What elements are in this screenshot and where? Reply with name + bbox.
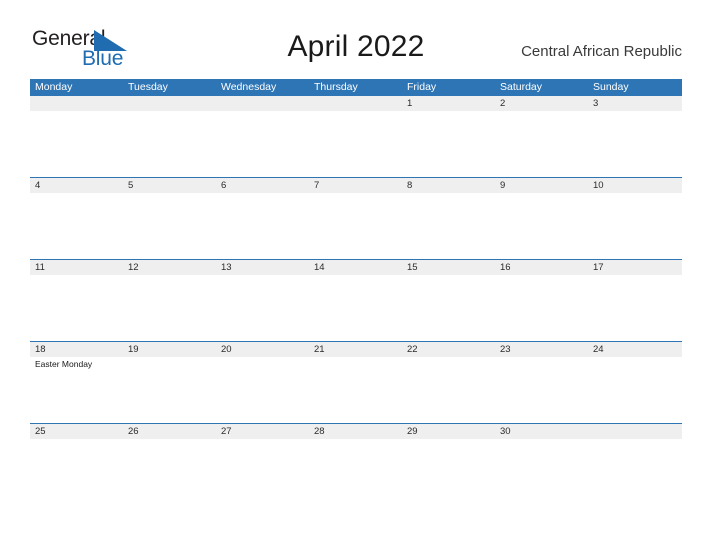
date-cell-3[interactable]: 3 bbox=[588, 96, 681, 111]
date-cell-14[interactable]: 14 bbox=[309, 260, 402, 275]
date-cell-empty bbox=[123, 96, 216, 111]
event-cell-empty bbox=[309, 193, 402, 259]
week-date-band: 25 26 27 28 29 30 bbox=[30, 424, 682, 439]
date-cell-26[interactable]: 26 bbox=[123, 424, 216, 439]
event-cell-empty bbox=[123, 111, 216, 177]
event-cell-empty bbox=[216, 275, 309, 341]
day-of-week-sunday: Sunday bbox=[593, 81, 629, 93]
event-cell-empty bbox=[216, 357, 309, 423]
week-date-band: 18 19 20 21 22 23 24 bbox=[30, 342, 682, 357]
event-cell-empty bbox=[216, 439, 309, 505]
event-cell-empty bbox=[309, 111, 402, 177]
calendar-week-row: 11 12 13 14 15 16 17 bbox=[30, 259, 682, 341]
date-cell-10[interactable]: 10 bbox=[588, 178, 681, 193]
event-cell-empty bbox=[402, 111, 495, 177]
date-cell-28[interactable]: 28 bbox=[309, 424, 402, 439]
event-cell-empty bbox=[216, 111, 309, 177]
calendar-week-row: 4 5 6 7 8 9 10 bbox=[30, 177, 682, 259]
date-cell-empty bbox=[309, 96, 402, 111]
date-cell-29[interactable]: 29 bbox=[402, 424, 495, 439]
event-cell-empty bbox=[402, 357, 495, 423]
event-cell-empty bbox=[216, 193, 309, 259]
day-of-week-header: Monday Tuesday Wednesday Thursday Friday Satu… bbox=[30, 79, 682, 96]
event-cell-empty bbox=[30, 275, 123, 341]
date-cell-8[interactable]: 8 bbox=[402, 178, 495, 193]
event-cell[interactable]: Easter Monday bbox=[30, 357, 123, 423]
week-event-band bbox=[30, 111, 682, 177]
week-event-band: Easter Monday bbox=[30, 357, 682, 423]
date-cell-11[interactable]: 11 bbox=[30, 260, 123, 275]
date-cell-30[interactable]: 30 bbox=[495, 424, 588, 439]
event-cell-empty bbox=[402, 275, 495, 341]
date-cell-7[interactable]: 7 bbox=[309, 178, 402, 193]
event-cell-empty bbox=[309, 357, 402, 423]
date-cell-12[interactable]: 12 bbox=[123, 260, 216, 275]
day-of-week-saturday: Saturday bbox=[500, 81, 543, 93]
day-of-week-friday: Friday bbox=[407, 81, 437, 93]
calendar-week-row: 18 19 20 21 22 23 24 Easter Monday bbox=[30, 341, 682, 423]
event-cell-empty bbox=[309, 275, 402, 341]
calendar-week-row: 123 bbox=[30, 96, 682, 177]
week-event-band bbox=[30, 193, 682, 259]
date-cell-20[interactable]: 20 bbox=[216, 342, 309, 357]
date-cell-16[interactable]: 16 bbox=[495, 260, 588, 275]
event-cell-empty bbox=[123, 439, 216, 505]
event-cell-empty bbox=[495, 439, 588, 505]
date-cell-9[interactable]: 9 bbox=[495, 178, 588, 193]
event-cell-empty bbox=[30, 111, 123, 177]
event-cell-empty bbox=[495, 275, 588, 341]
date-cell-6[interactable]: 6 bbox=[216, 178, 309, 193]
date-cell-empty bbox=[216, 96, 309, 111]
event-cell-empty bbox=[123, 357, 216, 423]
calendar-grid: Monday Tuesday Wednesday Thursday Friday Satu… bbox=[30, 79, 682, 505]
date-cell-1[interactable]: 1 bbox=[402, 96, 495, 111]
calendar-week-row: 25 26 27 28 29 30 bbox=[30, 423, 682, 505]
event-cell-empty bbox=[588, 111, 681, 177]
week-event-band bbox=[30, 275, 682, 341]
date-cell-25[interactable]: 25 bbox=[30, 424, 123, 439]
week-event-band bbox=[30, 439, 682, 505]
date-cell-2[interactable]: 2 bbox=[495, 96, 588, 111]
date-cell-19[interactable]: 19 bbox=[123, 342, 216, 357]
event-cell-empty bbox=[588, 357, 681, 423]
event-cell-empty bbox=[123, 193, 216, 259]
event-cell-empty bbox=[309, 439, 402, 505]
week-date-band: 11 12 13 14 15 16 17 bbox=[30, 260, 682, 275]
event-cell-empty bbox=[495, 193, 588, 259]
calendar-page: General Blue April 2022 Central African … bbox=[0, 0, 712, 550]
date-cell-5[interactable]: 5 bbox=[123, 178, 216, 193]
event-cell-empty bbox=[495, 357, 588, 423]
event-cell-empty bbox=[588, 275, 681, 341]
week-date-band: 123 bbox=[30, 96, 682, 111]
date-cell-4[interactable]: 4 bbox=[30, 178, 123, 193]
date-cell-23[interactable]: 23 bbox=[495, 342, 588, 357]
country-label: Central African Republic bbox=[521, 43, 682, 60]
event-cell-empty bbox=[588, 439, 681, 505]
page-header: General Blue April 2022 Central African … bbox=[0, 0, 712, 78]
day-of-week-thursday: Thursday bbox=[314, 81, 358, 93]
holiday-label: Easter Monday bbox=[35, 359, 93, 369]
calendar-weeks: 1 2 3 4 5 6 7 8 9 10 11 12 13 14 15 16 17 18 19 20 21 22 23 24 E… bbox=[30, 96, 682, 505]
event-cell-empty bbox=[30, 439, 123, 505]
event-cell-empty bbox=[123, 275, 216, 341]
date-cell-17[interactable]: 17 bbox=[588, 260, 681, 275]
date-cell-27[interactable]: 27 bbox=[216, 424, 309, 439]
date-cell-empty bbox=[588, 424, 681, 439]
date-cell-22[interactable]: 22 bbox=[402, 342, 495, 357]
event-cell-empty bbox=[402, 439, 495, 505]
date-cell-13[interactable]: 13 bbox=[216, 260, 309, 275]
day-of-week-monday: Monday bbox=[35, 81, 73, 93]
date-cell-21[interactable]: 21 bbox=[309, 342, 402, 357]
day-of-week-wednesday: Wednesday bbox=[221, 81, 277, 93]
day-of-week-tuesday: Tuesday bbox=[128, 81, 168, 93]
date-cell-24[interactable]: 24 bbox=[588, 342, 681, 357]
date-cell-empty bbox=[30, 96, 123, 111]
event-cell-empty bbox=[402, 193, 495, 259]
event-cell-empty bbox=[30, 193, 123, 259]
date-cell-18[interactable]: 18 bbox=[30, 342, 123, 357]
event-cell-empty bbox=[495, 111, 588, 177]
date-cell-15[interactable]: 15 bbox=[402, 260, 495, 275]
event-cell-empty bbox=[588, 193, 681, 259]
week-date-band: 4 5 6 7 8 9 10 bbox=[30, 178, 682, 193]
